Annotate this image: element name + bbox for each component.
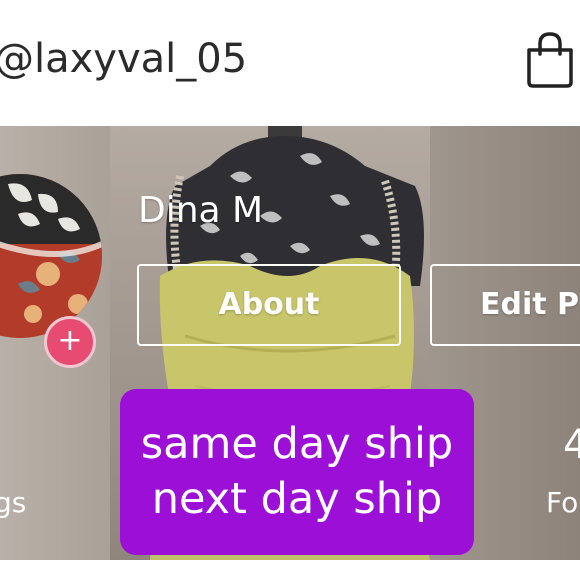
edit-profile-button[interactable]: Edit Pr	[430, 264, 580, 346]
shopping-bag-icon[interactable]	[524, 30, 576, 88]
promo-line-1: same day ship	[140, 419, 454, 469]
display-name: Dina M	[138, 190, 264, 231]
stat-followers-count[interactable]: 4	[563, 422, 580, 468]
cover-photo: + Dina M About Edit Pr gs 4 Fo same day …	[0, 126, 580, 560]
promo-line-2: next day ship	[151, 474, 443, 524]
stat-listings-label[interactable]: gs	[0, 486, 26, 519]
plus-icon: +	[57, 323, 83, 358]
add-photo-button[interactable]: +	[44, 316, 96, 368]
stat-followers-label[interactable]: Fo	[546, 486, 578, 519]
top-bar: @laxyval_05	[0, 0, 580, 126]
about-button[interactable]: About	[137, 264, 401, 346]
username-title: @laxyval_05	[0, 36, 248, 82]
shipping-promo-banner: same day ship next day ship	[120, 389, 474, 555]
bottom-strip	[0, 560, 580, 580]
